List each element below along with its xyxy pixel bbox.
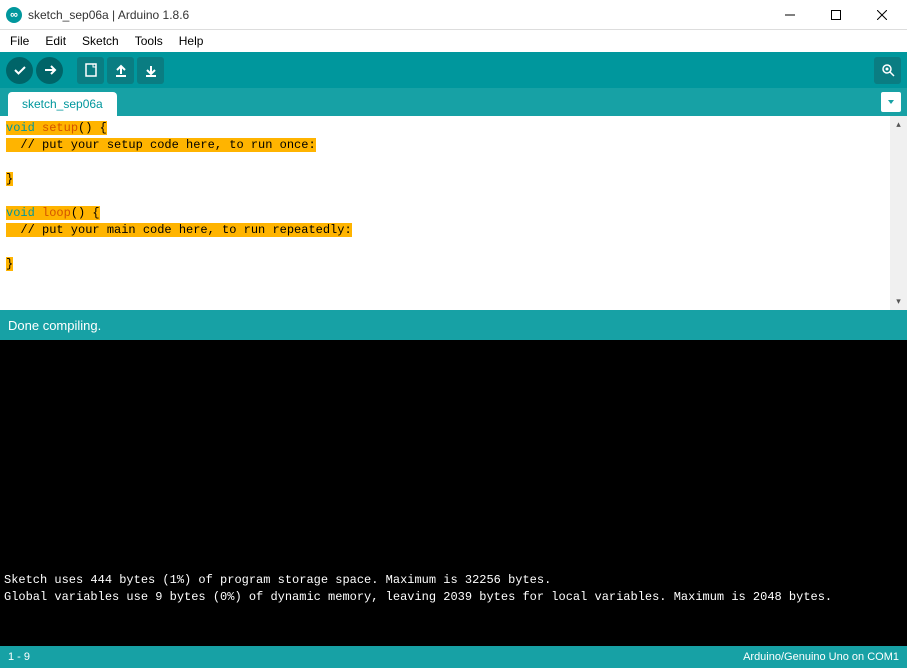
code-function: setup — [35, 121, 78, 135]
code-comment: // put your setup code here, to run once… — [6, 138, 316, 152]
editor-area: void setup() { // put your setup code he… — [0, 116, 907, 310]
cursor-position: 1 - 9 — [8, 651, 743, 663]
console-line: Global variables use 9 bytes (0%) of dyn… — [4, 589, 903, 606]
maximize-button[interactable] — [813, 1, 859, 29]
menu-tools[interactable]: Tools — [127, 32, 171, 50]
code-keyword: void — [6, 121, 35, 135]
code-brace: } — [6, 172, 13, 186]
tab-dropdown-button[interactable] — [881, 92, 901, 112]
status-bar: Done compiling. — [0, 310, 907, 340]
code-keyword: void — [6, 206, 35, 220]
save-button[interactable] — [137, 57, 164, 84]
code-brace: } — [6, 257, 13, 271]
menu-edit[interactable]: Edit — [37, 32, 74, 50]
scroll-up-icon[interactable]: ▴ — [890, 116, 907, 133]
tab-bar: sketch_sep06a — [0, 88, 907, 116]
board-info: Arduino/Genuino Uno on COM1 — [743, 651, 899, 663]
code-text: () { — [71, 206, 100, 220]
menubar: File Edit Sketch Tools Help — [0, 30, 907, 52]
console-line: Sketch uses 444 bytes (1%) of program st… — [4, 572, 903, 589]
new-button[interactable] — [77, 57, 104, 84]
code-editor[interactable]: void setup() { // put your setup code he… — [0, 116, 890, 310]
footer-bar: 1 - 9 Arduino/Genuino Uno on COM1 — [0, 646, 907, 668]
verify-button[interactable] — [6, 57, 33, 84]
toolbar — [0, 52, 907, 88]
tab-sketch[interactable]: sketch_sep06a — [8, 92, 117, 116]
titlebar: sketch_sep06a | Arduino 1.8.6 — [0, 0, 907, 30]
scroll-down-icon[interactable]: ▾ — [890, 293, 907, 310]
menu-help[interactable]: Help — [171, 32, 212, 50]
status-message: Done compiling. — [8, 318, 101, 333]
menu-sketch[interactable]: Sketch — [74, 32, 127, 50]
code-text: () { — [78, 121, 107, 135]
open-button[interactable] — [107, 57, 134, 84]
console-output[interactable]: Sketch uses 444 bytes (1%) of program st… — [0, 340, 907, 646]
minimize-button[interactable] — [767, 1, 813, 29]
code-comment: // put your main code here, to run repea… — [6, 223, 352, 237]
window-controls — [767, 1, 905, 29]
editor-scrollbar[interactable]: ▴ ▾ — [890, 116, 907, 310]
window-title: sketch_sep06a | Arduino 1.8.6 — [28, 8, 767, 22]
code-function: loop — [35, 206, 71, 220]
close-button[interactable] — [859, 1, 905, 29]
menu-file[interactable]: File — [2, 32, 37, 50]
serial-monitor-button[interactable] — [874, 57, 901, 84]
upload-button[interactable] — [36, 57, 63, 84]
arduino-logo-icon — [6, 7, 22, 23]
